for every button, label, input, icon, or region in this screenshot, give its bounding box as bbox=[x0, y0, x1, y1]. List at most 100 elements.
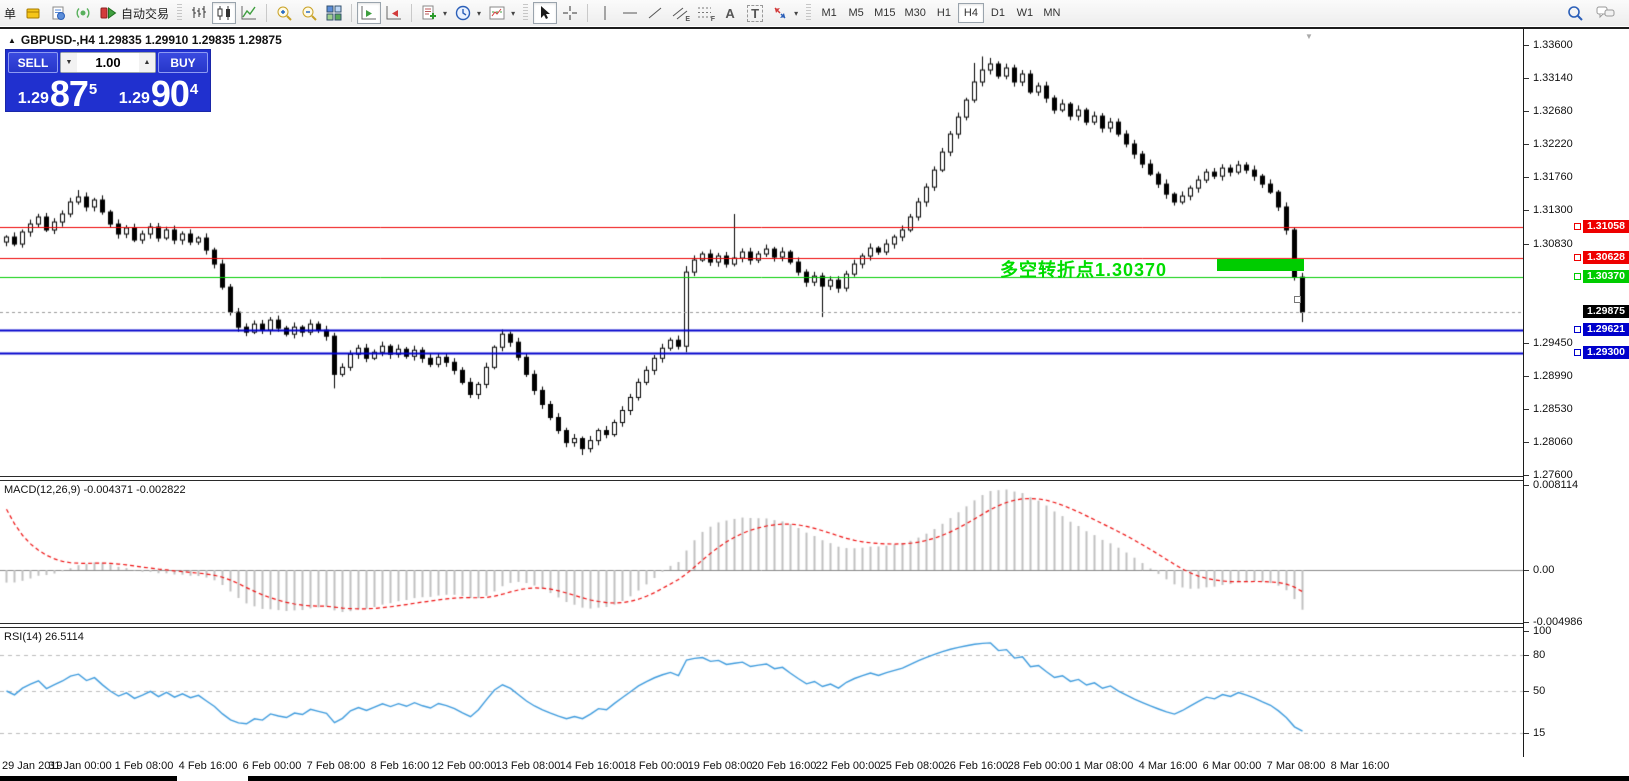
price-tick-label: 1.28530 bbox=[1533, 403, 1573, 415]
price-tick bbox=[1524, 210, 1529, 211]
zoom-out-icon bbox=[300, 4, 318, 22]
timeframe-button-h1[interactable]: H1 bbox=[931, 3, 957, 23]
price-axis-border bbox=[1523, 29, 1524, 757]
price-tick-label: 1.31760 bbox=[1533, 171, 1573, 183]
buy-button[interactable]: BUY bbox=[158, 52, 208, 73]
macd-pane-canvas[interactable] bbox=[0, 481, 1523, 623]
rsi-tick-label: 50 bbox=[1533, 685, 1545, 697]
timeframe-button-m5[interactable]: M5 bbox=[843, 3, 869, 23]
auto-scroll-icon bbox=[360, 4, 378, 22]
date-label: 12 Feb 00:00 bbox=[432, 760, 497, 772]
date-label: 28 Feb 00:00 bbox=[1008, 760, 1073, 772]
crosshair-icon bbox=[561, 4, 579, 22]
timeframe-button-m15[interactable]: M15 bbox=[870, 3, 899, 23]
periods-button[interactable] bbox=[451, 2, 475, 24]
level-connector bbox=[1574, 223, 1581, 230]
tile-windows-button[interactable] bbox=[322, 2, 346, 24]
sell-price-big: 87 bbox=[50, 78, 88, 110]
timeframe-button-w1[interactable]: W1 bbox=[1012, 3, 1038, 23]
scroll-to-end-marker[interactable]: ▼ bbox=[1305, 32, 1313, 41]
volume-decrease-button[interactable]: ▼ bbox=[61, 53, 77, 72]
price-pointer-marker bbox=[1294, 296, 1301, 303]
main-chart-canvas[interactable] bbox=[0, 29, 1523, 476]
chart-shift-icon bbox=[385, 4, 403, 22]
line-chart-button[interactable] bbox=[237, 2, 261, 24]
channel-sub-label: E bbox=[685, 16, 690, 23]
chart-shift-button[interactable] bbox=[382, 2, 406, 24]
timeframe-button-d1[interactable]: D1 bbox=[985, 3, 1011, 23]
rsi-pane-canvas[interactable] bbox=[0, 628, 1523, 757]
fibonacci-button[interactable]: F bbox=[693, 2, 717, 24]
signals-icon bbox=[74, 4, 92, 22]
chart-title: ▲ GBPUSD-,H4 1.29835 1.29910 1.29835 1.2… bbox=[8, 33, 282, 47]
date-label: 4 Mar 16:00 bbox=[1139, 760, 1198, 772]
date-label: 14 Feb 16:00 bbox=[560, 760, 625, 772]
chart-window: ▲ GBPUSD-,H4 1.29835 1.29910 1.29835 1.2… bbox=[0, 27, 1629, 779]
date-label: 8 Feb 16:00 bbox=[371, 760, 430, 772]
rsi-tick-label: 100 bbox=[1533, 625, 1551, 637]
timeframe-button-h4[interactable]: H4 bbox=[958, 3, 984, 23]
periods-caret[interactable]: ▾ bbox=[477, 9, 481, 18]
autotrading-label: 自动交易 bbox=[121, 5, 169, 22]
macd-tick-label: 0.00 bbox=[1533, 564, 1554, 576]
add-indicator-caret[interactable]: ▾ bbox=[443, 9, 447, 18]
text-button[interactable]: A bbox=[718, 2, 742, 24]
rsi-tick bbox=[1524, 691, 1529, 692]
zoom-in-button[interactable] bbox=[272, 2, 296, 24]
text-icon: A bbox=[725, 6, 734, 21]
zoom-out-button[interactable] bbox=[297, 2, 321, 24]
templates-button[interactable] bbox=[485, 2, 509, 24]
timeframe-button-mn[interactable]: MN bbox=[1039, 3, 1065, 23]
arrows-button[interactable] bbox=[768, 2, 792, 24]
price-tick-label: 1.33600 bbox=[1533, 39, 1573, 51]
auto-scroll-button[interactable] bbox=[357, 2, 381, 24]
new-order-button[interactable] bbox=[21, 2, 45, 24]
crosshair-button[interactable] bbox=[558, 2, 582, 24]
vertical-line-button[interactable] bbox=[593, 2, 617, 24]
date-label: 26 Feb 16:00 bbox=[944, 760, 1009, 772]
horizontal-line-button[interactable] bbox=[618, 2, 642, 24]
buy-price[interactable]: 1.29 90 4 bbox=[109, 75, 208, 111]
trendline-icon bbox=[646, 4, 664, 22]
date-label: 22 Feb 00:00 bbox=[816, 760, 881, 772]
arrows-caret[interactable]: ▾ bbox=[794, 9, 798, 18]
templates-caret[interactable]: ▾ bbox=[511, 9, 515, 18]
autotrading-button[interactable]: 自动交易 bbox=[96, 2, 172, 24]
volume-input[interactable] bbox=[77, 53, 139, 72]
new-order-label-partial[interactable]: 单 bbox=[4, 5, 16, 22]
macd-tick bbox=[1524, 622, 1529, 623]
date-label: 18 Feb 00:00 bbox=[624, 760, 689, 772]
timeframe-button-m1[interactable]: M1 bbox=[816, 3, 842, 23]
date-label: 25 Feb 08:00 bbox=[880, 760, 945, 772]
price-tick-label: 1.31300 bbox=[1533, 204, 1573, 216]
macd-tick-label: 0.008114 bbox=[1533, 479, 1578, 491]
price-tick-label: 1.30830 bbox=[1533, 238, 1573, 250]
toolbar-separator bbox=[266, 4, 267, 22]
pivot-annotation-text[interactable]: 多空转折点1.30370 bbox=[1000, 256, 1167, 282]
equidistant-channel-button[interactable]: E bbox=[668, 2, 692, 24]
candlestick-chart-button[interactable] bbox=[212, 2, 236, 24]
cursor-button[interactable] bbox=[533, 2, 557, 24]
date-label: 8 Mar 16:00 bbox=[1331, 760, 1390, 772]
timeframe-button-m30[interactable]: M30 bbox=[901, 3, 930, 23]
search-button[interactable] bbox=[1563, 2, 1587, 24]
text-label-button[interactable]: T bbox=[743, 2, 767, 24]
volume-increase-button[interactable]: ▲ bbox=[139, 53, 155, 72]
date-label: 6 Mar 00:00 bbox=[1203, 760, 1262, 772]
volume-spinner: ▼ ▲ bbox=[60, 52, 156, 73]
level-connector bbox=[1574, 349, 1581, 356]
trendline-button[interactable] bbox=[643, 2, 667, 24]
metaeditor-button[interactable] bbox=[46, 2, 70, 24]
chat-button[interactable] bbox=[1593, 2, 1619, 24]
level-connector bbox=[1574, 254, 1581, 261]
bar-chart-button[interactable] bbox=[187, 2, 211, 24]
rsi-indicator-label: RSI(14) 26.5114 bbox=[4, 631, 84, 643]
price-tick bbox=[1524, 442, 1529, 443]
price-tick-label: 1.29450 bbox=[1533, 337, 1573, 349]
pivot-highlight-rectangle[interactable] bbox=[1217, 259, 1304, 271]
signals-button[interactable] bbox=[71, 2, 95, 24]
sell-price[interactable]: 1.29 87 5 bbox=[8, 75, 107, 111]
add-indicator-button[interactable] bbox=[417, 2, 441, 24]
toolbar-gripper bbox=[523, 4, 528, 22]
sell-button[interactable]: SELL bbox=[8, 52, 58, 73]
